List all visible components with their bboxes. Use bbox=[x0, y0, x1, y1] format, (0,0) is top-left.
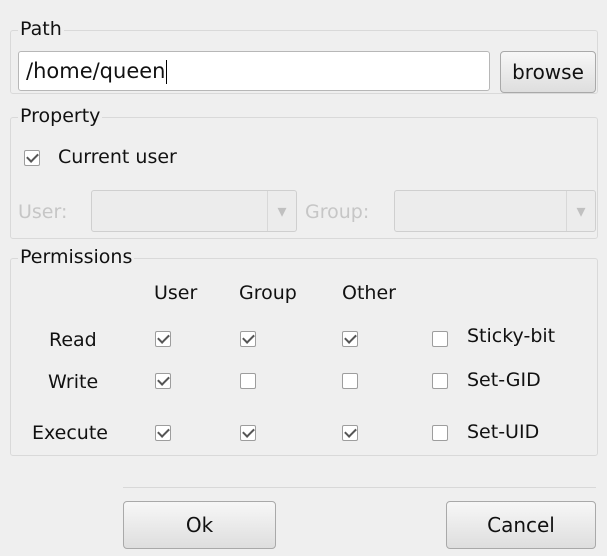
set-gid-label: Set-GID bbox=[467, 369, 541, 391]
group-select[interactable]: ▾ bbox=[394, 190, 596, 232]
execute-user-checkbox[interactable] bbox=[155, 425, 171, 441]
chevron-down-icon: ▾ bbox=[576, 200, 586, 222]
write-user-checkbox[interactable] bbox=[155, 373, 171, 389]
current-user-label: Current user bbox=[58, 146, 177, 168]
read-other-checkbox[interactable] bbox=[342, 331, 358, 347]
execute-other-checkbox[interactable] bbox=[342, 425, 358, 441]
column-header-group: Group bbox=[239, 282, 297, 304]
path-legend: Path bbox=[18, 18, 64, 40]
ok-button[interactable]: Ok bbox=[123, 501, 276, 549]
path-input-value: /home/queen bbox=[26, 59, 166, 83]
read-group-checkbox[interactable] bbox=[240, 331, 256, 347]
property-legend: Property bbox=[18, 105, 103, 127]
chevron-down-icon: ▾ bbox=[277, 200, 287, 222]
group-label: Group: bbox=[305, 201, 370, 223]
browse-button[interactable]: browse bbox=[500, 51, 596, 93]
button-separator bbox=[123, 487, 596, 488]
set-uid-checkbox[interactable] bbox=[432, 425, 448, 441]
current-user-checkbox[interactable] bbox=[24, 150, 40, 166]
user-label: User: bbox=[18, 201, 68, 223]
write-group-checkbox[interactable] bbox=[240, 373, 256, 389]
user-select[interactable]: ▾ bbox=[91, 190, 297, 232]
set-gid-checkbox[interactable] bbox=[432, 373, 448, 389]
cancel-button[interactable]: Cancel bbox=[446, 501, 596, 549]
set-uid-label: Set-UID bbox=[467, 421, 540, 443]
row-label-write: Write bbox=[48, 371, 99, 393]
column-header-user: User bbox=[154, 282, 198, 304]
write-other-checkbox[interactable] bbox=[342, 373, 358, 389]
column-header-other: Other bbox=[342, 282, 396, 304]
user-select-arrow[interactable]: ▾ bbox=[267, 191, 296, 231]
sticky-bit-checkbox[interactable] bbox=[432, 331, 448, 347]
permissions-legend: Permissions bbox=[18, 246, 135, 268]
path-input[interactable]: /home/queen bbox=[18, 51, 490, 91]
text-cursor bbox=[166, 60, 168, 84]
execute-group-checkbox[interactable] bbox=[240, 425, 256, 441]
row-label-read: Read bbox=[49, 329, 97, 351]
group-select-arrow[interactable]: ▾ bbox=[566, 191, 595, 231]
row-label-execute: Execute bbox=[32, 422, 108, 444]
sticky-bit-label: Sticky-bit bbox=[467, 325, 556, 347]
read-user-checkbox[interactable] bbox=[155, 331, 171, 347]
